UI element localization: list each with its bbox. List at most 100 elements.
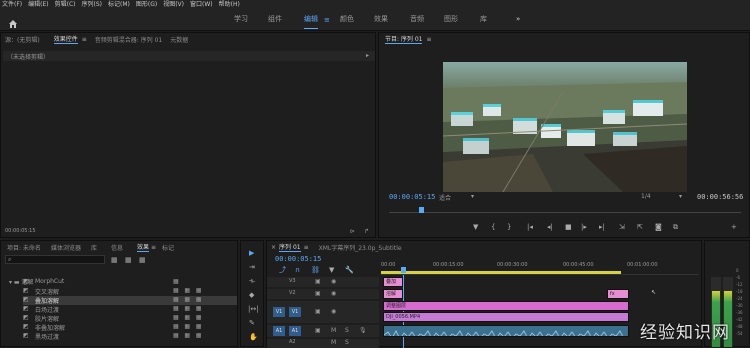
linked-selection-icon[interactable]: ⛓ [311, 266, 320, 274]
voice-over-icon[interactable]: 🎙 [359, 327, 367, 334]
tab-library[interactable]: 库 [91, 243, 97, 252]
mark-in-icon[interactable]: { [491, 223, 495, 231]
track-header-v1[interactable]: V1 V1 ▣ ◉ [267, 301, 379, 323]
toggle-output-icon[interactable]: ◉ [331, 290, 336, 297]
clip-v2-end[interactable]: fx [607, 289, 629, 299]
wrench-icon[interactable]: 🔧 [345, 266, 354, 274]
filter-icon[interactable]: ⊳ [350, 228, 355, 235]
effects-search-input[interactable]: ⌕ [5, 255, 105, 264]
track-header-v2[interactable]: V2 ▣ ◉ [267, 289, 379, 299]
go-to-in-icon[interactable]: |◂ [527, 223, 533, 231]
toggle-sync-lock-icon[interactable]: ▣ [315, 290, 321, 297]
list-item[interactable]: ◩黑场过渡▦ ▦ ▦ [23, 332, 237, 341]
resolution-dropdown[interactable]: 1/4 [641, 193, 651, 200]
fit-chevron-icon[interactable]: ▾ [471, 193, 474, 200]
add-marker-timeline-icon[interactable]: ▼ [329, 266, 334, 274]
pen-icon[interactable]: ✎ [249, 319, 255, 327]
workspace-color[interactable]: 颜色 [340, 9, 354, 31]
track-select-icon[interactable]: ⇥ [249, 263, 255, 271]
clip-audio[interactable] [383, 325, 629, 337]
export-icon[interactable]: ↱ [364, 228, 369, 235]
tab-effects[interactable]: 效果 [137, 242, 149, 252]
track-label[interactable]: A1 [289, 326, 301, 336]
sequence-menu-icon[interactable]: ≡ [304, 244, 309, 251]
list-item[interactable]: ◩MorphCut▦ [23, 278, 237, 287]
timeline-timecode[interactable]: 00:00:05:15 [275, 255, 321, 263]
program-menu-icon[interactable]: ≡ [426, 36, 431, 43]
workspace-assembly[interactable]: 组件 [268, 9, 282, 31]
time-ruler[interactable]: 00:00 00:00:15:00 00:00:30:00 00:00:45:0… [381, 255, 699, 275]
accelerated-bin-icon[interactable]: ▦ [125, 256, 132, 264]
work-area-bar[interactable] [381, 271, 621, 274]
clip-adjustment-layer[interactable]: 调整图层 [383, 301, 629, 311]
insert-icon[interactable]: ⇲ [619, 223, 625, 231]
toggle-output-icon[interactable]: ◉ [331, 278, 336, 285]
menu-file[interactable]: 文件(F) [2, 0, 22, 9]
ripple-edit-icon[interactable]: ⟛ [249, 277, 255, 285]
nest-icon[interactable]: ⤴ [279, 266, 286, 274]
video-frame[interactable] [443, 62, 687, 192]
tab-menu-icon[interactable]: ≡ [82, 36, 87, 43]
menu-window[interactable]: 窗口(W) [190, 0, 213, 9]
stop-icon[interactable]: ■ [565, 223, 572, 231]
program-playhead-timecode[interactable]: 00:00:05:15 [389, 193, 435, 201]
track-header-v3[interactable]: V3 ▣ ◉ [267, 277, 379, 287]
tab-xml-subtitle[interactable]: XML字幕序列_23.0p_Subtitle [319, 243, 402, 252]
track-header-a1[interactable]: A1 A1 ▣ M S 🎙 [267, 325, 379, 337]
toggle-sync-lock-icon[interactable]: ▣ [315, 327, 321, 334]
close-sequence-icon[interactable]: × [271, 244, 276, 251]
camera-icon[interactable]: ◙ [655, 223, 662, 231]
slip-icon[interactable]: |↔| [248, 305, 259, 313]
resolution-chevron-icon[interactable]: ▾ [679, 193, 682, 200]
selection-tool-icon[interactable]: ▶ [249, 249, 254, 257]
clip-v2[interactable]: 溶解 [383, 289, 403, 299]
yuv-bin-icon[interactable]: ▦ [139, 256, 146, 264]
toggle-sync-lock-icon[interactable]: ▣ [315, 308, 321, 315]
timeline-playhead[interactable] [401, 267, 406, 273]
tab-info[interactable]: 信息 [111, 243, 123, 252]
list-item[interactable]: ◩交叉溶解▦ ▦ ▦ [23, 287, 237, 296]
menu-view[interactable]: 视图(V) [163, 0, 184, 9]
effects-menu-icon[interactable]: ≡ [151, 244, 156, 251]
menu-clip[interactable]: 剪辑(C) [55, 0, 76, 9]
list-item-selected[interactable]: ◩叠加溶解▦ ▦ ▦ [23, 296, 237, 305]
solo-icon[interactable]: S [345, 327, 349, 334]
menu-sequence[interactable]: 序列(S) [82, 0, 103, 9]
solo-icon[interactable]: S [345, 339, 349, 346]
program-title[interactable]: 节目: 序列 01 [385, 34, 422, 44]
workspace-menu-icon[interactable]: ≡ [324, 16, 330, 24]
tab-project[interactable]: 项目: 未命名 [7, 243, 41, 252]
menu-help[interactable]: 帮助(H) [219, 0, 240, 9]
step-back-icon[interactable]: ◂| [547, 223, 553, 231]
workspace-effects[interactable]: 效果 [374, 9, 388, 31]
tab-source[interactable]: 源：(无剪辑) [5, 35, 40, 44]
program-scrubber[interactable] [389, 207, 741, 213]
menu-edit[interactable]: 编辑(E) [28, 0, 48, 9]
toggle-output-icon[interactable]: ◉ [331, 308, 336, 315]
workspace-library[interactable]: 库 [480, 9, 487, 31]
overwrite-icon[interactable]: ⇱ [637, 223, 643, 231]
razor-icon[interactable]: ◆ [249, 291, 254, 299]
menu-markers[interactable]: 标记(M) [108, 0, 130, 9]
tab-metadata[interactable]: 元数据 [170, 35, 188, 44]
source-patch-v1[interactable]: V1 [273, 307, 285, 317]
source-patch-a1[interactable]: A1 [273, 326, 285, 336]
fit-dropdown[interactable]: 适合 [439, 193, 451, 202]
tab-effect-controls[interactable]: 效果控件 [54, 34, 78, 44]
tab-media-browser[interactable]: 媒体浏览器 [51, 243, 81, 252]
workspace-learn[interactable]: 学习 [234, 9, 248, 31]
compare-icon[interactable]: ⧉ [673, 223, 678, 231]
workspace-editing[interactable]: 编辑 [304, 9, 318, 31]
add-button-icon[interactable]: + [731, 223, 737, 231]
track-label[interactable]: V1 [289, 307, 301, 317]
snap-icon[interactable]: ∩ [295, 266, 300, 274]
workspace-graphics[interactable]: 图形 [444, 9, 458, 31]
home-icon[interactable] [8, 14, 18, 24]
hand-icon[interactable]: ✋ [249, 333, 258, 341]
tab-sequence-01[interactable]: 序列 01 [279, 242, 301, 252]
preset-bin-icon[interactable]: ▦ [111, 256, 118, 264]
clip-v3[interactable]: 叠加 [383, 277, 403, 287]
list-item[interactable]: ◩胶片溶解▦ ▦ ▦ [23, 314, 237, 323]
go-to-out-icon[interactable]: ▸| [599, 223, 605, 231]
tab-markers[interactable]: 标记 [162, 243, 174, 252]
